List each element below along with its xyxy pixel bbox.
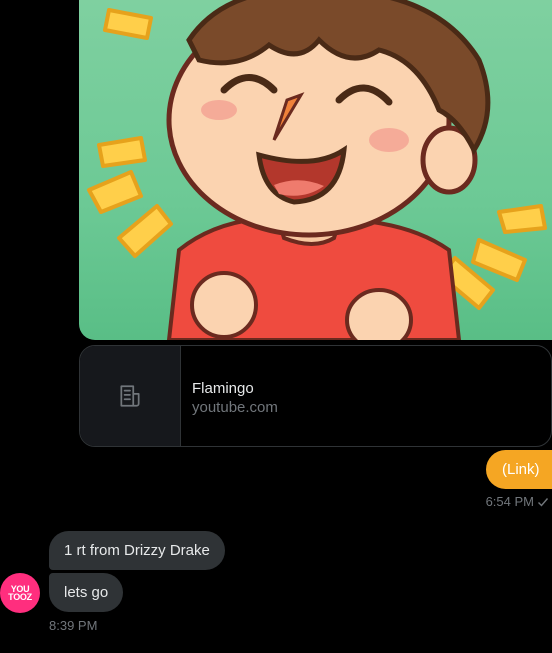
received-message-bubble[interactable]: lets go bbox=[49, 573, 124, 612]
sent-time: 6:54 PM bbox=[485, 494, 534, 509]
link-title: Flamingo bbox=[192, 380, 254, 397]
sent-message-meta: 6:54 PM bbox=[486, 494, 549, 509]
cartoon-boy-image bbox=[87, 0, 547, 340]
link-preview-card[interactable]: Flamingo youtube.com bbox=[79, 345, 552, 447]
media-image[interactable] bbox=[79, 0, 552, 340]
article-icon bbox=[120, 385, 140, 407]
avatar[interactable]: YOU TOOZ bbox=[0, 573, 40, 613]
received-message-text: 1 rt from Drizzy Drake bbox=[64, 542, 210, 559]
received-time: 8:39 PM bbox=[49, 618, 98, 633]
sent-message-bubble[interactable]: (Link) bbox=[486, 450, 552, 489]
sent-message-text: (Link) bbox=[502, 461, 540, 478]
link-thumbnail bbox=[80, 346, 181, 446]
received-message-text: lets go bbox=[64, 584, 109, 601]
avatar-logo-line2: TOOZ bbox=[8, 592, 32, 602]
received-message-bubble[interactable]: 1 rt from Drizzy Drake bbox=[49, 531, 225, 570]
check-icon bbox=[538, 497, 549, 507]
link-domain: youtube.com bbox=[192, 399, 278, 416]
